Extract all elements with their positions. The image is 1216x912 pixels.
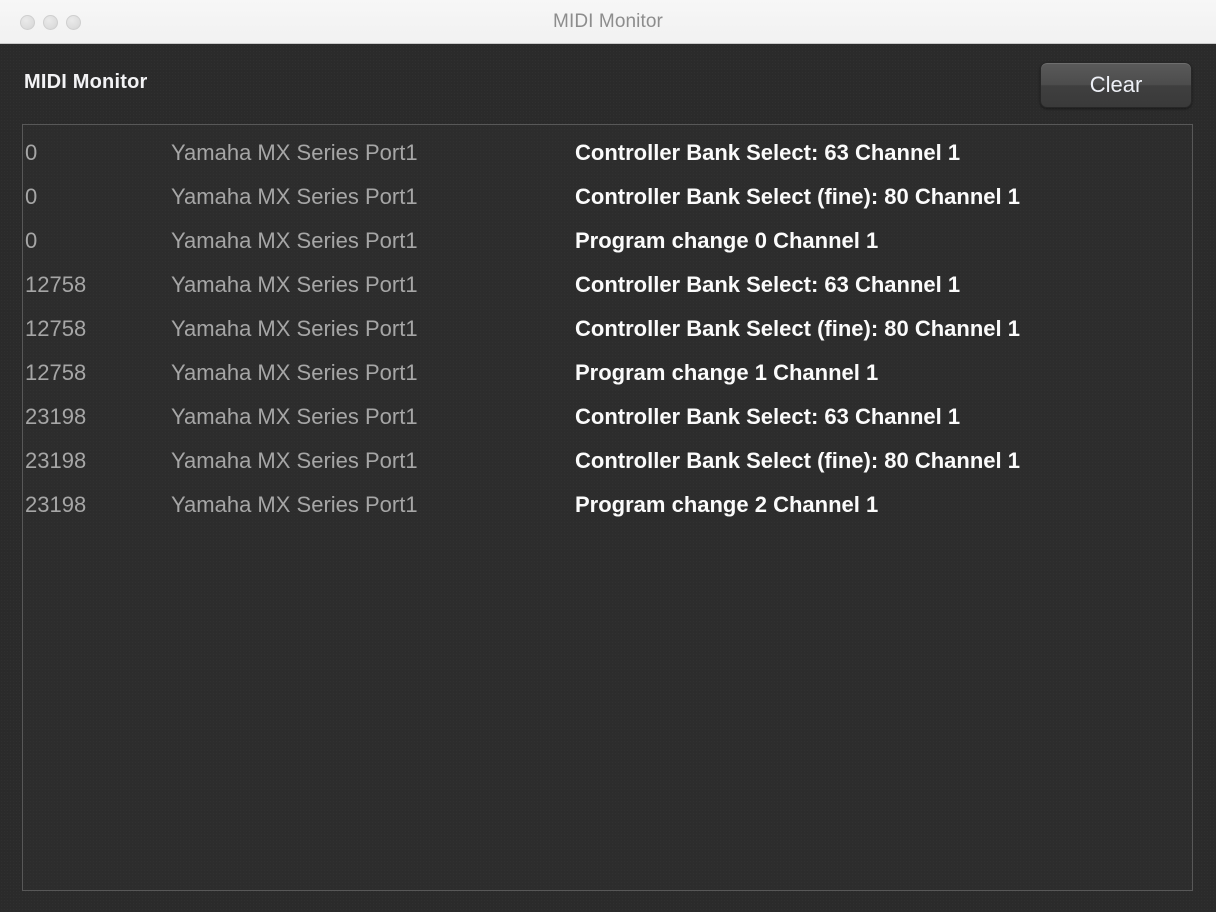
log-port: Yamaha MX Series Port1 xyxy=(171,184,418,209)
table-row[interactable]: 0 Yamaha MX Series Port1 Controller Bank S… xyxy=(23,175,1192,219)
table-row[interactable]: 23198 Yamaha MX Series Port1 Program chang… xyxy=(23,483,1192,527)
window-titlebar: MIDI Monitor xyxy=(0,0,1216,44)
log-port: Yamaha MX Series Port1 xyxy=(171,492,418,517)
window-title: MIDI Monitor xyxy=(553,11,663,32)
table-row[interactable]: 12758 Yamaha MX Series Port1 Controller Ba… xyxy=(23,307,1192,351)
log-timestamp: 23198 xyxy=(25,404,87,429)
table-row[interactable]: 0 Yamaha MX Series Port1 Controller Bank S… xyxy=(23,131,1192,175)
table-row[interactable]: 0 Yamaha MX Series Port1 Program change 0 … xyxy=(23,219,1192,263)
table-row[interactable]: 23198 Yamaha MX Series Port1 Controller Ba… xyxy=(23,395,1192,439)
midi-log-list[interactable]: 0 Yamaha MX Series Port1 Controller Bank S… xyxy=(22,124,1193,891)
midi-monitor-window: MIDI Monitor MIDI Monitor Clear 0 Yamaha … xyxy=(0,0,1216,912)
log-timestamp: 12758 xyxy=(25,316,87,341)
table-row[interactable]: 23198 Yamaha MX Series Port1 Controller Ba… xyxy=(23,439,1192,483)
log-port: Yamaha MX Series Port1 xyxy=(171,404,418,429)
log-timestamp: 12758 xyxy=(25,360,87,385)
log-timestamp: 23198 xyxy=(25,492,87,517)
table-row[interactable]: 12758 Yamaha MX Series Port1 Program chang… xyxy=(23,351,1192,395)
log-port: Yamaha MX Series Port1 xyxy=(171,228,418,253)
app-body: MIDI Monitor Clear 0 Yamaha MX Series Por… xyxy=(0,44,1216,912)
window-controls xyxy=(20,0,81,44)
log-message: Controller Bank Select (fine): 80 Channe… xyxy=(575,184,1020,209)
log-timestamp: 0 xyxy=(25,184,38,209)
log-port: Yamaha MX Series Port1 xyxy=(171,448,418,473)
log-port: Yamaha MX Series Port1 xyxy=(171,316,418,341)
log-timestamp: 23198 xyxy=(25,448,87,473)
log-message: Controller Bank Select: 63 Channel 1 xyxy=(575,140,961,165)
clear-button[interactable]: Clear xyxy=(1040,62,1192,108)
log-message: Controller Bank Select: 63 Channel 1 xyxy=(575,272,961,297)
table-row[interactable]: 12758 Yamaha MX Series Port1 Controller Ba… xyxy=(23,263,1192,307)
close-button[interactable] xyxy=(20,14,35,30)
log-message: Program change 1 Channel 1 xyxy=(575,360,879,385)
page-title: MIDI Monitor xyxy=(24,71,148,93)
log-message: Program change 0 Channel 1 xyxy=(575,228,879,253)
minimize-button[interactable] xyxy=(43,14,58,30)
log-timestamp: 0 xyxy=(25,228,38,253)
log-port: Yamaha MX Series Port1 xyxy=(171,272,418,297)
log-message: Controller Bank Select (fine): 80 Channe… xyxy=(575,316,1020,341)
log-port: Yamaha MX Series Port1 xyxy=(171,140,418,165)
log-message: Controller Bank Select (fine): 80 Channe… xyxy=(575,448,1020,473)
log-message: Controller Bank Select: 63 Channel 1 xyxy=(575,404,961,429)
zoom-button[interactable] xyxy=(66,14,81,30)
log-timestamp: 12758 xyxy=(25,272,87,297)
log-timestamp: 0 xyxy=(25,140,38,165)
log-message: Program change 2 Channel 1 xyxy=(575,492,879,517)
log-port: Yamaha MX Series Port1 xyxy=(171,360,418,385)
